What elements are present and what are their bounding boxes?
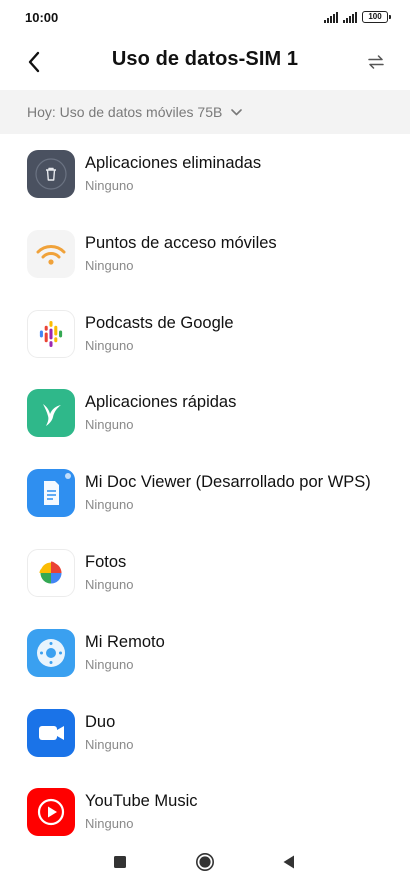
list-item[interactable]: Aplicaciones eliminadas Ninguno	[0, 134, 410, 214]
list-item[interactable]: Puntos de acceso móviles Ninguno	[0, 214, 410, 294]
trash-icon	[27, 150, 75, 198]
video-camera-icon	[27, 708, 75, 757]
status-icons: 100	[324, 11, 391, 23]
wifi-hotspot-icon	[27, 229, 75, 278]
date-filter-dropdown[interactable]: Hoy: Uso de datos móviles 75B	[0, 90, 410, 134]
list-item[interactable]: Mi Remoto Ninguno	[0, 613, 410, 693]
app-name: Aplicaciones eliminadas	[85, 154, 262, 172]
battery-icon: 100	[362, 11, 391, 23]
app-name: Mi Doc Viewer (Desarrollado por WPS)	[85, 473, 371, 492]
remote-control-icon	[27, 628, 75, 677]
hummingbird-icon	[27, 389, 75, 438]
recents-button[interactable]	[108, 850, 132, 874]
list-item[interactable]: Mi Doc Viewer (Desarrollado por WPS) Nin…	[0, 453, 410, 533]
header: Uso de datos-SIM 1	[0, 36, 410, 88]
app-name: Puntos de acceso móviles	[85, 233, 277, 252]
app-usage: Ninguno	[85, 257, 134, 273]
square-icon	[114, 856, 126, 868]
system-nav-bar	[0, 836, 410, 888]
doc-viewer-icon	[27, 469, 75, 518]
app-name: Fotos	[85, 552, 127, 571]
page-title: Uso de datos-SIM 1	[111, 48, 299, 70]
app-usage: Ninguno	[85, 576, 134, 592]
app-usage: Ninguno	[85, 178, 134, 193]
google-podcasts-icon	[27, 309, 75, 358]
app-usage: Ninguno	[85, 816, 134, 832]
app-usage: Ninguno	[85, 736, 134, 752]
app-name: Duo	[85, 712, 116, 731]
circle-icon	[196, 853, 214, 871]
app-usage: Ninguno	[85, 656, 134, 672]
list-item[interactable]: Podcasts de Google Ninguno	[0, 294, 410, 374]
list-item[interactable]: Aplicaciones rápidas Ninguno	[0, 373, 410, 453]
signal-icon	[324, 12, 338, 23]
google-photos-icon	[27, 548, 75, 597]
list-item[interactable]: Duo Ninguno	[0, 693, 410, 773]
app-name: YouTube Music	[85, 792, 198, 811]
swap-arrows-icon	[368, 55, 384, 69]
app-name: Aplicaciones rápidas	[85, 393, 237, 412]
filter-label: Hoy: Uso de datos móviles 75B	[27, 104, 223, 120]
home-button[interactable]	[193, 850, 217, 874]
app-usage: Ninguno	[85, 417, 134, 433]
app-name: Podcasts de Google	[85, 313, 234, 332]
app-usage-list: Aplicaciones eliminadas Ninguno Puntos d…	[0, 134, 410, 852]
app-usage: Ninguno	[85, 497, 134, 513]
status-time: 10:00	[25, 10, 59, 25]
swap-sim-button[interactable]	[360, 46, 392, 78]
status-bar: 10:00 100	[0, 0, 410, 36]
app-name: Mi Remoto	[85, 632, 165, 651]
list-item[interactable]: Fotos Ninguno	[0, 533, 410, 613]
back-nav-button[interactable]	[277, 850, 301, 874]
triangle-back-icon	[283, 855, 294, 869]
chevron-down-icon	[231, 108, 243, 116]
youtube-music-icon	[27, 788, 75, 837]
signal-icon	[343, 12, 357, 23]
app-usage: Ninguno	[85, 337, 134, 353]
